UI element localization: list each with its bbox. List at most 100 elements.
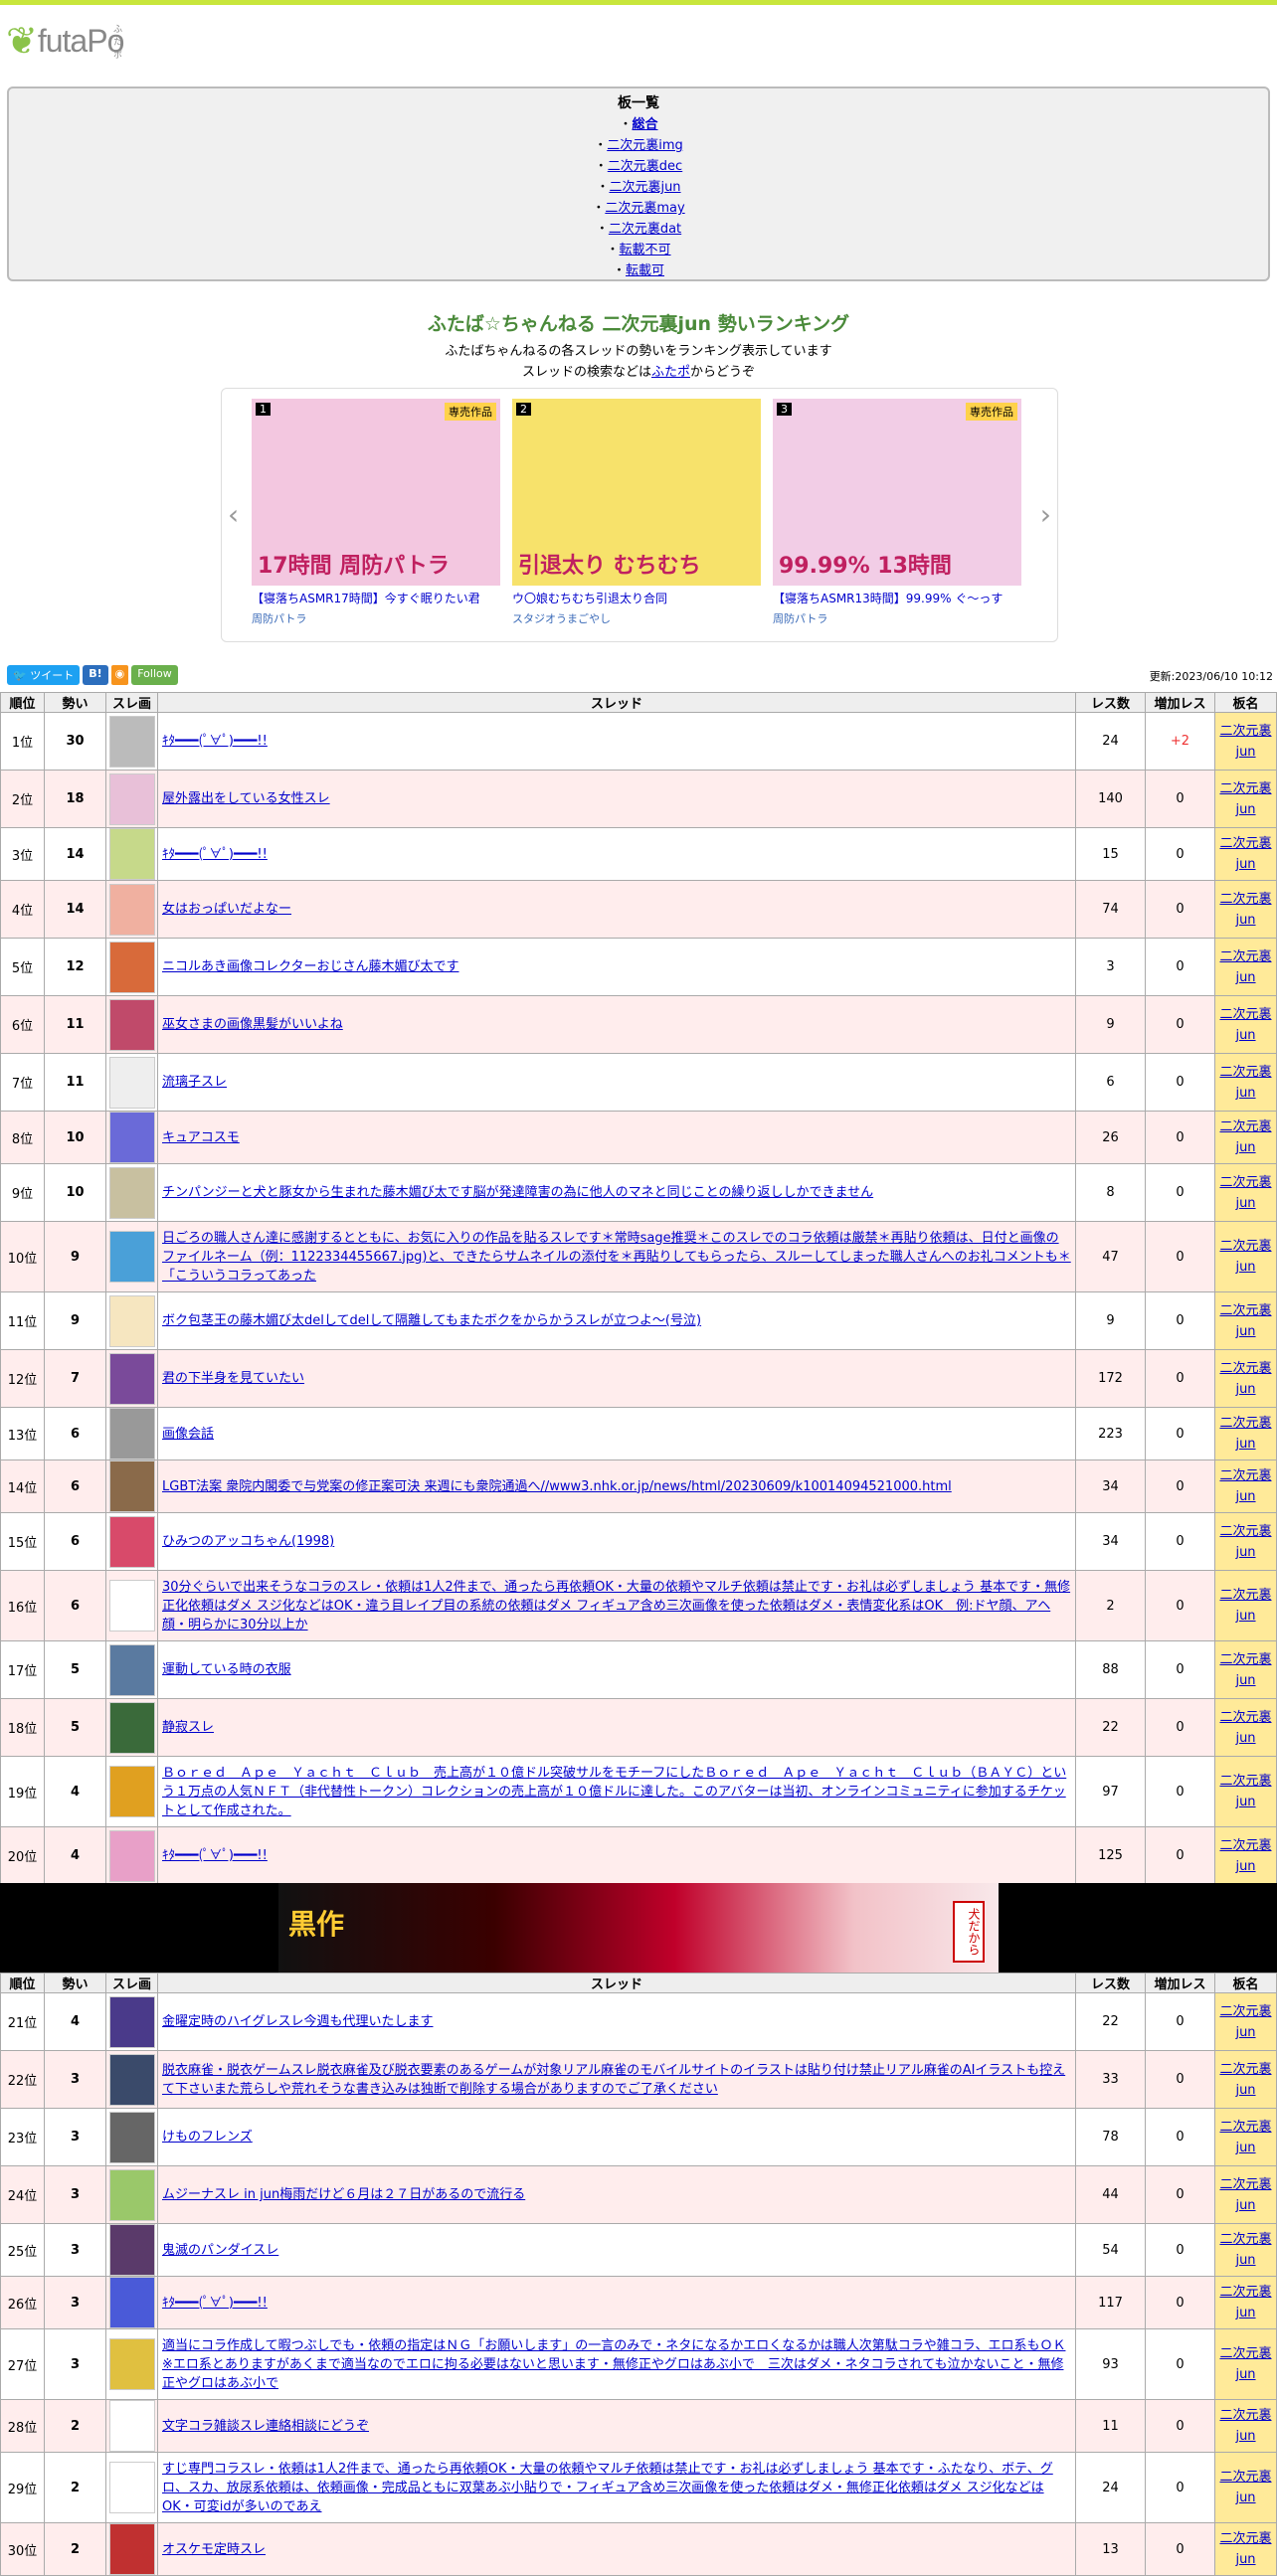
thumbnail-cell[interactable]	[105, 1349, 158, 1408]
thread-thumbnail[interactable]	[108, 2224, 155, 2276]
carousel-next-button[interactable]: ›	[1040, 498, 1051, 531]
board-name-link[interactable]: 二次元裏 jun	[1219, 1774, 1271, 1809]
thread-thumbnail[interactable]	[108, 2053, 155, 2106]
board-name-link[interactable]: 二次元裏 jun	[1219, 892, 1271, 928]
thread-link[interactable]: 流璃子スレ	[162, 1075, 227, 1090]
board-name-link[interactable]: 二次元裏 jun	[1219, 1239, 1271, 1275]
thread-thumbnail[interactable]	[108, 715, 155, 768]
thread-thumbnail[interactable]	[108, 2523, 155, 2575]
board-link[interactable]: 転載可	[626, 263, 664, 278]
thumbnail-cell[interactable]	[105, 1826, 158, 1885]
board-link[interactable]: 二次元裏may	[605, 201, 684, 216]
thread-link[interactable]: Ｂｏｒｅｄ Ａｐｅ Ｙａｃｈｔ Ｃｌｕｂ 売上高が１０億ドル突破サルをモチーフに…	[162, 1766, 1066, 1818]
ad-banner[interactable]: 黒作 犬だから	[0, 1883, 1277, 1973]
thread-link[interactable]: 屋外露出をしている女性スレ	[162, 791, 330, 806]
thumbnail-cell[interactable]	[105, 2522, 158, 2576]
product-title[interactable]: 【寝落ちASMR13時間】99.99% ぐ～っす	[773, 590, 1021, 606]
thread-thumbnail[interactable]	[108, 1056, 155, 1109]
thumbnail-cell[interactable]	[105, 1407, 158, 1460]
thread-link[interactable]: 脱衣麻雀・脱衣ゲームスレ脱衣麻雀及び脱衣要素のあるゲームが対象リアル麻雀のモバイ…	[162, 2063, 1065, 2097]
tweet-button[interactable]: 🐦 ツイート	[7, 665, 81, 685]
board-link[interactable]: 二次元裏img	[607, 138, 683, 153]
thumbnail-cell[interactable]	[105, 1570, 158, 1641]
board-name-link[interactable]: 二次元裏 jun	[1219, 2177, 1271, 2213]
carousel-item[interactable]: 1 専売作品 17時間 周防パトラ 【寝落ちASMR17時間】今すぐ眠りたい君 周防パト…	[252, 399, 500, 626]
board-name-link[interactable]: 二次元裏 jun	[1219, 1838, 1271, 1874]
board-name-link[interactable]: 二次元裏 jun	[1219, 2004, 1271, 2040]
board-name-link[interactable]: 二次元裏 jun	[1219, 1065, 1271, 1101]
thumbnail-cell[interactable]	[105, 1640, 158, 1699]
thread-thumbnail[interactable]	[108, 1701, 155, 1754]
product-title[interactable]: 【寝落ちASMR17時間】今すぐ眠りたい君	[252, 590, 500, 606]
board-name-link[interactable]: 二次元裏 jun	[1219, 1119, 1271, 1155]
thread-thumbnail[interactable]	[108, 1231, 155, 1283]
thread-thumbnail[interactable]	[108, 1294, 155, 1347]
hatena-bookmark-button[interactable]: B!	[83, 665, 108, 685]
board-name-link[interactable]: 二次元裏 jun	[1219, 2232, 1271, 2268]
board-name-link[interactable]: 二次元裏 jun	[1219, 2470, 1271, 2505]
site-logo[interactable]: ❦ futaPo ふたポ	[6, 22, 124, 61]
thread-link[interactable]: 鬼滅のパンダイスレ	[162, 2243, 278, 2258]
thumbnail-cell[interactable]	[105, 1053, 158, 1112]
thread-thumbnail[interactable]	[108, 2111, 155, 2163]
thread-link[interactable]: ボク包茎王の藤木媚び太delしてdelして隔離してもまたボクをからかうスレが立つ…	[162, 1313, 701, 1328]
thumbnail-cell[interactable]	[105, 1698, 158, 1757]
thumbnail-cell[interactable]	[105, 995, 158, 1054]
thread-link[interactable]: ムジーナスレ in jun梅雨だけど６月は２７日があるので流行る	[162, 2187, 525, 2202]
product-image[interactable]: 3 専売作品 99.99% 13時間	[773, 399, 1021, 586]
thumbnail-cell[interactable]	[105, 1111, 158, 1164]
thread-link[interactable]: 適当にコラ作成して暇つぶしでも・依頼の指定はＮＧ「お願いします」の一言のみで・ネ…	[162, 2338, 1065, 2391]
board-link[interactable]: 転載不可	[620, 243, 671, 258]
thread-thumbnail[interactable]	[108, 2462, 155, 2513]
board-name-link[interactable]: 二次元裏 jun	[1219, 1468, 1271, 1504]
board-name-link[interactable]: 二次元裏 jun	[1219, 836, 1271, 872]
thread-thumbnail[interactable]	[108, 941, 155, 993]
product-circle[interactable]: スタジオうまごやし	[512, 610, 761, 626]
thumbnail-cell[interactable]	[105, 2223, 158, 2277]
thumbnail-cell[interactable]	[105, 880, 158, 939]
thread-link[interactable]: 巫女さまの画像黒髪がいいよね	[162, 1017, 343, 1032]
thread-thumbnail[interactable]	[108, 1995, 155, 2048]
thumbnail-cell[interactable]	[105, 2050, 158, 2109]
thread-thumbnail[interactable]	[108, 2277, 155, 2328]
carousel-item[interactable]: 3 専売作品 99.99% 13時間【寝落ちASMR13時間】99.99% ぐ～っす…	[773, 399, 1021, 626]
board-name-link[interactable]: 二次元裏 jun	[1219, 781, 1271, 817]
thread-thumbnail[interactable]	[108, 828, 155, 880]
thread-link[interactable]: 画像会話	[162, 1427, 214, 1442]
board-name-link[interactable]: 二次元裏 jun	[1219, 2346, 1271, 2382]
thread-thumbnail[interactable]	[108, 1112, 155, 1163]
thread-thumbnail[interactable]	[108, 2400, 155, 2452]
thread-link[interactable]: けものフレンズ	[162, 2130, 253, 2145]
board-name-link[interactable]: 二次元裏 jun	[1219, 1303, 1271, 1339]
thread-link[interactable]: ニコルあき画像コレクターおじさん藤木媚び太です	[162, 959, 458, 974]
thread-thumbnail[interactable]	[108, 1829, 155, 1882]
product-image[interactable]: 1 専売作品 17時間 周防パトラ	[252, 399, 500, 586]
thread-link[interactable]: すじ専門コラスレ・依頼は1人2件まで、通ったら再依頼OK・大量の依頼やマルチ依頼…	[162, 2462, 1053, 2514]
thread-link[interactable]: ｷﾀ━━━(ﾟ∀ﾟ)━━━!!	[162, 847, 268, 862]
thread-link[interactable]: オスケモ定時スレ	[162, 2542, 266, 2557]
product-circle[interactable]: 周防パトラ	[773, 610, 1021, 626]
thumbnail-cell[interactable]	[105, 712, 158, 771]
board-name-link[interactable]: 二次元裏 jun	[1219, 1524, 1271, 1560]
thread-link[interactable]: LGBT法案 衆院内閣委で与党案の修正案可決 来週にも衆院通過へ//www3.n…	[162, 1479, 952, 1494]
thread-link[interactable]: 運動している時の衣服	[162, 1662, 291, 1677]
thread-link[interactable]: 日ごろの職人さん達に感謝するとともに、お気に入りの作品を貼るスレです＊常時sag…	[162, 1231, 1071, 1284]
thumbnail-cell[interactable]	[105, 1163, 158, 1222]
carousel-prev-button[interactable]: ‹	[228, 498, 239, 531]
thread-thumbnail[interactable]	[108, 1643, 155, 1696]
product-image[interactable]: 2 引退太り むちむち	[512, 399, 761, 586]
carousel-item[interactable]: 2 引退太り むちむちウ〇娘むちむち引退太り合同 スタジオうまごやし	[512, 399, 761, 626]
thread-thumbnail[interactable]	[108, 1766, 155, 1817]
thumbnail-cell[interactable]	[105, 1460, 158, 1513]
thumbnail-cell[interactable]	[105, 1291, 158, 1350]
thumbnail-cell[interactable]	[105, 1512, 158, 1571]
board-name-link[interactable]: 二次元裏 jun	[1219, 2408, 1271, 2444]
product-title[interactable]: ウ〇娘むちむち引退太り合同	[512, 590, 761, 606]
board-name-link[interactable]: 二次元裏 jun	[1219, 2531, 1271, 2567]
thread-link[interactable]: 30分ぐらいで出来そうなコラのスレ・依頼は1人2件まで、通ったら再依頼OK・大量…	[162, 1580, 1070, 1632]
thumbnail-cell[interactable]	[105, 1992, 158, 2051]
board-name-link[interactable]: 二次元裏 jun	[1219, 1361, 1271, 1397]
thread-thumbnail[interactable]	[108, 1166, 155, 1219]
thread-link[interactable]: ｷﾀ━━━(ﾟ∀ﾟ)━━━!!	[162, 734, 268, 749]
board-name-link[interactable]: 二次元裏 jun	[1219, 1007, 1271, 1043]
